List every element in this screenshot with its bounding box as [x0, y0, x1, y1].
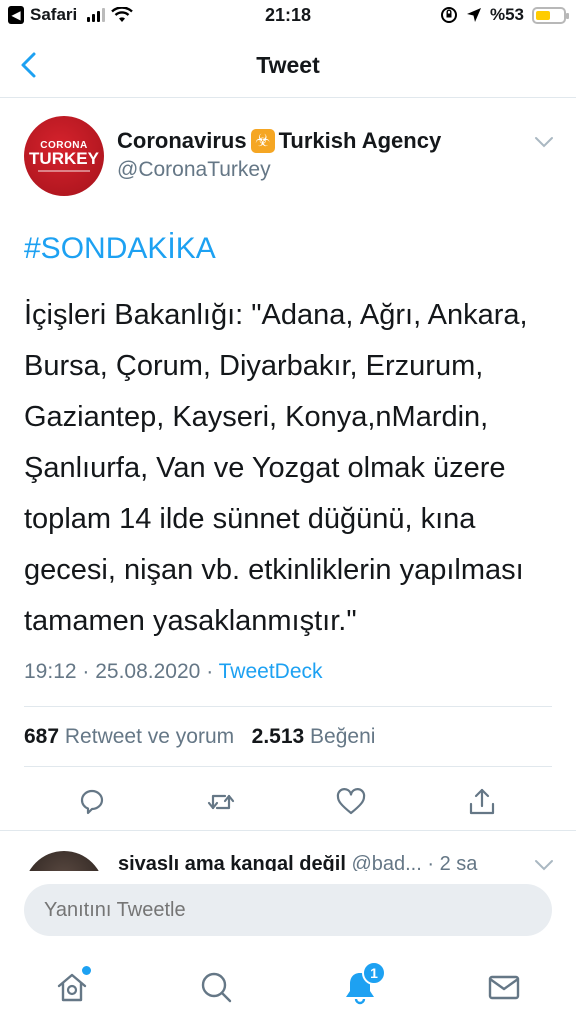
tweet-actions [0, 786, 576, 818]
share-icon[interactable] [466, 786, 498, 818]
tweet-stats: 687 Retweet ve yorum 2.513 Beğeni [24, 725, 375, 749]
retweet-stats[interactable]: 687 Retweet ve yorum [24, 725, 234, 748]
page-title: Tweet [256, 52, 320, 78]
avatar-main-text: TURKEY [29, 149, 99, 168]
tweet-text-line: gecesi, nişan vb. etkinliklerin yapılmas… [24, 554, 524, 586]
hashtag-link[interactable]: #SONDAKİKA [24, 232, 216, 266]
tweet-text: İçişleri Bakanlığı: "Adana, Ağrı, Ankara… [24, 290, 554, 647]
reply-separator: · [427, 853, 440, 872]
reply-author-handle: @bad... [351, 853, 422, 872]
divider [24, 766, 552, 767]
battery-icon [532, 6, 569, 24]
notifications-badge: 1 [362, 961, 386, 985]
tweet-time: 19:12 [24, 660, 77, 683]
mail-icon [488, 975, 520, 1000]
new-content-dot [82, 966, 91, 975]
reply-avatar[interactable] [24, 851, 104, 872]
reply-input[interactable] [24, 884, 552, 936]
author-handle[interactable]: @CoronaTurkey [117, 158, 271, 182]
search-icon [201, 972, 232, 1003]
tweet-text-line: Gaziantep, Kayseri, Konya,nMardin, [24, 401, 489, 433]
reply-preview[interactable]: sivaslı ama kangal değil @bad... · 2 sa [0, 830, 576, 872]
like-label: Beğeni [310, 725, 376, 748]
retweet-icon[interactable] [205, 786, 237, 818]
like-stats[interactable]: 2.513 Beğeni [252, 725, 376, 748]
tweet-date: 25.08.2020 [95, 660, 201, 683]
retweet-label: Retweet ve yorum [64, 725, 235, 748]
location-icon [466, 8, 481, 22]
tab-bar: 1 [0, 951, 576, 1024]
reply-composer [0, 871, 576, 951]
tweet-text-line: tamamen yasaklanmıştır." [24, 605, 357, 637]
meta-separator: · [206, 660, 219, 683]
tweet-meta: 19:12 · 25.08.2020 · TweetDeck [24, 660, 323, 684]
reply-author-name[interactable]: sivaslı ama kangal değil [118, 853, 346, 872]
tab-messages[interactable] [486, 969, 522, 1005]
biohazard-icon: ☣ [250, 129, 275, 153]
tweet-source-link[interactable]: TweetDeck [219, 660, 323, 683]
retweet-count: 687 [24, 725, 60, 748]
meta-separator: · [82, 660, 96, 683]
tweet-text-line: Bursa, Çorum, Diyarbakır, Erzurum, [24, 350, 484, 382]
battery-percent: %53 [489, 5, 524, 24]
orientation-lock-icon [440, 7, 457, 23]
divider [24, 706, 552, 707]
author-name-suffix: Turkish Agency [278, 128, 442, 153]
reply-icon[interactable] [76, 786, 108, 818]
tweet-author[interactable]: CORONA TURKEY Coronavirus ☣ Turkish Agen… [24, 116, 554, 198]
status-right: %53 [440, 5, 569, 25]
reply-time: 2 sa [439, 853, 478, 872]
avatar[interactable]: CORONA TURKEY [24, 116, 104, 196]
chevron-down-icon[interactable] [534, 859, 554, 871]
like-count: 2.513 [251, 725, 305, 748]
author-name[interactable]: Coronavirus ☣ Turkish Agency [117, 128, 441, 154]
tweet-text-line: İçişleri Bakanlığı: "Adana, Ağrı, Ankara… [24, 299, 528, 331]
avatar-underline [38, 170, 90, 172]
tab-notifications[interactable]: 1 [342, 961, 386, 1005]
like-heart-icon[interactable] [335, 786, 367, 818]
tweet-text-line: toplam 14 ilde sünnet düğünü, kına [24, 503, 476, 535]
nav-bar: Tweet [0, 34, 576, 98]
chevron-down-icon[interactable] [534, 136, 554, 148]
tab-home[interactable] [54, 966, 91, 1005]
tweet-text-line: Şanlıurfa, Van ve Yozgat olmak üzere [24, 452, 506, 484]
author-name-first: Coronavirus [117, 128, 247, 153]
status-bar: ◀ Safari 21:18 %53 [0, 0, 576, 34]
tab-search[interactable] [198, 969, 234, 1005]
reply-header: sivaslı ama kangal değil @bad... · 2 sa [118, 853, 477, 872]
